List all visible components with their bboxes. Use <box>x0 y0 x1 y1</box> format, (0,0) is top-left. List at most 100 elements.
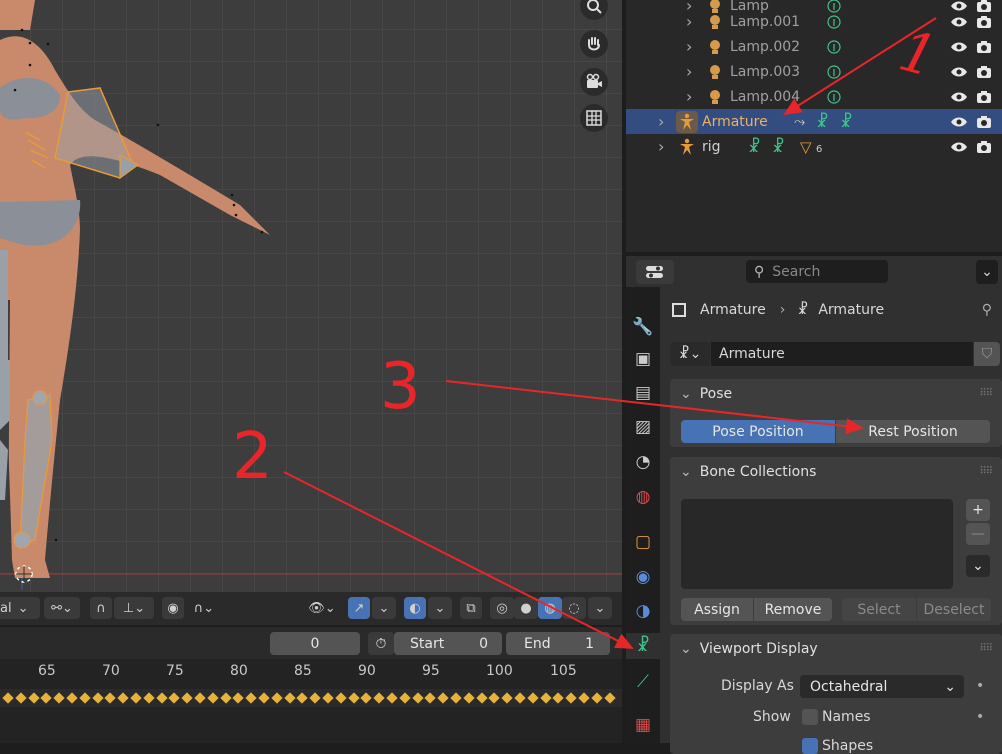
eye-icon[interactable] <box>950 141 968 153</box>
outliner-row[interactable]: › Armature ⤳ ☧ ☧ <box>626 109 1002 134</box>
world-tab[interactable]: ◍ <box>630 484 656 510</box>
light-data-icon[interactable] <box>826 89 842 105</box>
proportional-edit-toggle[interactable]: ◉ <box>162 597 184 619</box>
transform-orientation-dropdown[interactable]: al ⌄ <box>0 597 40 619</box>
modifier-icon[interactable]: ⤳ <box>794 114 805 130</box>
3d-viewport[interactable] <box>0 0 622 592</box>
light-data-icon[interactable] <box>826 64 842 80</box>
pose-icon[interactable]: ☧ <box>748 137 761 156</box>
remove-collection-button[interactable]: — <box>966 523 990 545</box>
drag-handle-icon[interactable]: ⠿⠿ <box>979 466 993 477</box>
rendered-shading-button[interactable]: ◌ <box>562 597 586 619</box>
light-data-icon[interactable] <box>826 14 842 30</box>
datablock-name-field[interactable]: Armature <box>711 342 973 366</box>
render-camera-icon[interactable] <box>976 90 992 104</box>
search-input[interactable]: ⚲ Search <box>746 260 888 283</box>
end-frame-field[interactable]: End 1 <box>506 632 610 655</box>
overlays-dropdown[interactable]: ⌄ <box>428 597 452 619</box>
expand-chevron-icon[interactable]: › <box>658 137 664 156</box>
pivot-point-dropdown[interactable]: ⚯ ⌄ <box>44 597 80 619</box>
eye-icon[interactable] <box>950 16 968 28</box>
physics-tab[interactable]: ◑ <box>630 598 656 624</box>
names-checkbox[interactable] <box>802 709 818 725</box>
preview-range-toggle[interactable]: ⏱ <box>368 632 394 655</box>
render-camera-icon[interactable] <box>976 15 992 29</box>
options-dropdown[interactable]: ⌄ <box>976 260 998 284</box>
visibility-dropdown[interactable]: 👁 ⌄ <box>304 597 340 619</box>
eye-icon[interactable] <box>950 41 968 53</box>
shading-dropdown[interactable]: ⌄ <box>588 597 612 619</box>
output-tab[interactable]: ▤ <box>630 380 656 406</box>
outliner-row[interactable]: › Lamp.001 <box>626 9 1002 34</box>
datablock-browse-button[interactable]: ☧ ⌄ <box>670 342 710 366</box>
animate-property-dot[interactable]: • <box>976 678 984 694</box>
render-camera-icon[interactable] <box>976 40 992 54</box>
editor-type-dropdown[interactable] <box>636 260 674 284</box>
armature-data-icon[interactable]: ☧ <box>840 112 853 131</box>
pose-panel-header[interactable]: ⌄ Pose <box>670 379 1002 409</box>
viewport-display-header[interactable]: ⌄ Viewport Display <box>670 634 1002 664</box>
drag-handle-icon[interactable]: ⠿⠿ <box>979 388 993 399</box>
rest-position-button[interactable]: Rest Position <box>836 420 990 443</box>
current-frame-field[interactable]: 0 <box>270 632 360 655</box>
render-tab[interactable]: ▣ <box>630 346 656 372</box>
snap-target-dropdown[interactable]: ⊥ ⌄ <box>114 597 154 619</box>
pose-position-button[interactable]: Pose Position <box>681 420 835 443</box>
camera-view-button[interactable] <box>580 68 608 96</box>
assign-button[interactable]: Assign <box>681 598 753 621</box>
render-camera-icon[interactable] <box>976 115 992 129</box>
collection-specials-dropdown[interactable]: ⌄ <box>966 555 990 577</box>
falloff-dropdown[interactable]: ∩ ⌄ <box>186 597 222 619</box>
outliner-row[interactable]: › rig ☧ ☧ ▽ 6 <box>626 134 1002 159</box>
render-camera-icon[interactable] <box>976 65 992 79</box>
gizmo-toggle[interactable]: ↗ <box>348 597 370 619</box>
drag-handle-icon[interactable]: ⠿⠿ <box>979 643 993 654</box>
expand-chevron-icon[interactable]: › <box>686 62 692 81</box>
timeline[interactable]: 65 70 75 80 85 90 95 100 105 <box>0 659 622 743</box>
solid-shading-button[interactable]: ● <box>514 597 538 619</box>
display-as-dropdown[interactable]: Octahedral ⌄ <box>800 675 964 698</box>
expand-chevron-icon[interactable]: › <box>686 12 692 31</box>
add-collection-button[interactable]: + <box>966 499 990 521</box>
pose-icon[interactable]: ☧ <box>816 112 829 131</box>
animate-property-dot[interactable]: • <box>976 709 984 725</box>
armature-data-icon[interactable]: ☧ <box>772 137 785 156</box>
tool-tab[interactable]: 🔧 <box>630 314 656 340</box>
expand-chevron-icon[interactable]: › <box>686 87 692 106</box>
bone-collections-list[interactable] <box>681 499 953 589</box>
bone-tab[interactable]: ⟋ <box>630 669 656 695</box>
select-button[interactable]: Select <box>842 598 916 621</box>
snap-toggle[interactable]: ∩ <box>90 597 112 619</box>
bone-collections-header[interactable]: ⌄ Bone Collections <box>670 457 1002 487</box>
expand-chevron-icon[interactable]: › <box>658 112 664 131</box>
eye-icon[interactable] <box>950 116 968 128</box>
outliner[interactable]: › Lamp › Lamp.001 › Lamp.002 › Lamp.003 › Lamp.00… <box>626 0 1002 252</box>
shapes-checkbox[interactable] <box>802 738 818 754</box>
render-camera-icon[interactable] <box>976 140 992 154</box>
object-tab[interactable]: ▢ <box>630 529 656 555</box>
outliner-row[interactable]: › Lamp.003 <box>626 59 1002 84</box>
fake-user-toggle[interactable]: ⛉ <box>974 342 1000 366</box>
pan-button[interactable] <box>580 30 608 58</box>
object-data-tab[interactable]: ☧ <box>626 633 660 659</box>
texture-tab[interactable]: ▦ <box>630 712 656 738</box>
scene-tab[interactable]: ◔ <box>630 449 656 475</box>
ortho-toggle-button[interactable] <box>580 104 608 132</box>
remove-button[interactable]: Remove <box>754 598 832 621</box>
deselect-button[interactable]: Deselect <box>917 598 991 621</box>
pin-icon[interactable]: ⚲ <box>982 302 992 318</box>
material-shading-button[interactable]: ◍ <box>538 597 562 619</box>
outliner-row[interactable]: › Lamp.004 <box>626 84 1002 109</box>
expand-chevron-icon[interactable]: › <box>686 37 692 56</box>
overlays-toggle[interactable]: ◐ <box>404 597 426 619</box>
vertex-group-icon[interactable]: ▽ <box>800 138 812 156</box>
gizmo-dropdown[interactable]: ⌄ <box>372 597 396 619</box>
outliner-row[interactable]: › Lamp.002 <box>626 34 1002 59</box>
view-layer-tab[interactable]: ▨ <box>630 414 656 440</box>
light-data-icon[interactable] <box>826 39 842 55</box>
wireframe-shading-button[interactable]: ◎ <box>490 597 514 619</box>
start-frame-field[interactable]: Start 0 <box>394 632 502 655</box>
xray-toggle[interactable]: ⧉ <box>460 597 482 619</box>
modifiers-tab[interactable]: ◉ <box>630 564 656 590</box>
eye-icon[interactable] <box>950 91 968 103</box>
